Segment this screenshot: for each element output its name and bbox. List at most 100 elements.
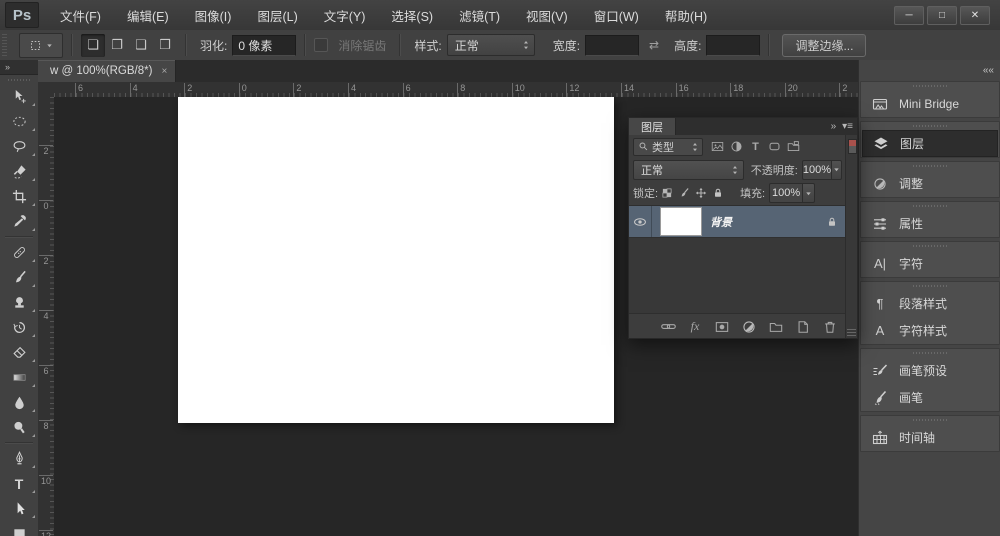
layers-panel-tab[interactable]: 图层 bbox=[629, 118, 676, 135]
lock-move-button[interactable] bbox=[692, 185, 709, 201]
adjust-circle-button[interactable] bbox=[741, 320, 757, 334]
dock-group-grip[interactable] bbox=[861, 202, 999, 210]
blur-tool[interactable] bbox=[0, 390, 38, 415]
dock-button-调整[interactable]: 调整 bbox=[861, 170, 999, 197]
menu-item-6[interactable]: 选择(S) bbox=[380, 2, 444, 29]
lasso-tool[interactable] bbox=[0, 134, 38, 159]
layer-row[interactable]: 背景 bbox=[629, 206, 846, 238]
canvas[interactable] bbox=[178, 97, 614, 423]
subtract-selection-button[interactable]: ❑ bbox=[129, 34, 153, 57]
feather-input[interactable]: 0 像素 bbox=[232, 35, 296, 56]
history-brush-tool[interactable] bbox=[0, 315, 38, 340]
fx-button[interactable]: fx bbox=[687, 319, 703, 334]
panel-resize-grip[interactable] bbox=[847, 329, 856, 336]
opacity-dropdown-arrow[interactable] bbox=[832, 160, 842, 180]
layer-filter-type-dropdown[interactable]: 类型 bbox=[633, 138, 703, 156]
width-input[interactable] bbox=[585, 35, 639, 56]
dock-button-属性[interactable]: 属性 bbox=[861, 210, 999, 237]
fill-value[interactable]: 100% bbox=[769, 183, 803, 203]
crop-tool[interactable] bbox=[0, 184, 38, 209]
panel-collapse-icon[interactable]: » bbox=[831, 121, 837, 132]
menu-item-4[interactable]: 图层(L) bbox=[246, 2, 308, 29]
rectangle-tool[interactable] bbox=[0, 521, 38, 536]
dock-group-grip[interactable] bbox=[861, 282, 999, 290]
menu-item-7[interactable]: 滤镜(T) bbox=[448, 2, 511, 29]
close-button[interactable]: ✕ bbox=[960, 6, 990, 25]
menu-item-9[interactable]: 窗口(W) bbox=[583, 2, 650, 29]
filter-type-button[interactable]: T bbox=[746, 139, 765, 155]
dock-button-字符样式[interactable]: A字符样式 bbox=[861, 317, 999, 344]
panel-menu-icon[interactable]: ▾≡ bbox=[842, 121, 853, 132]
dock-button-字符[interactable]: A|字符 bbox=[861, 250, 999, 277]
intersect-selection-button[interactable]: ❒ bbox=[153, 34, 177, 57]
menu-item-10[interactable]: 帮助(H) bbox=[654, 2, 718, 29]
trash-button[interactable] bbox=[822, 320, 838, 334]
swap-dimensions-icon[interactable]: ⇄ bbox=[649, 38, 659, 52]
mask-button[interactable] bbox=[714, 320, 730, 334]
filter-smart-button[interactable] bbox=[784, 139, 803, 155]
opacity-value[interactable]: 100% bbox=[802, 160, 832, 180]
visibility-toggle[interactable] bbox=[629, 206, 652, 237]
height-input[interactable] bbox=[706, 35, 760, 56]
path-selection-tool[interactable] bbox=[0, 496, 38, 521]
fill-dropdown-arrow[interactable] bbox=[803, 183, 815, 203]
minimize-button[interactable]: ─ bbox=[894, 6, 924, 25]
tab-close-icon[interactable]: × bbox=[161, 66, 167, 77]
menu-item-2[interactable]: 编辑(E) bbox=[116, 2, 180, 29]
menu-item-5[interactable]: 文字(Y) bbox=[313, 2, 377, 29]
brush-tool[interactable] bbox=[0, 265, 38, 290]
dock-collapse-button[interactable]: «« bbox=[859, 60, 1000, 81]
new-selection-button[interactable]: ❏ bbox=[81, 34, 105, 57]
ruler-corner[interactable] bbox=[38, 82, 55, 98]
layer-thumbnail[interactable] bbox=[660, 207, 702, 236]
eyedropper-tool[interactable] bbox=[0, 209, 38, 234]
dock-button-时间轴[interactable]: 时间轴 bbox=[861, 424, 999, 451]
menu-item-3[interactable]: 图像(I) bbox=[184, 2, 243, 29]
toolbox-collapse-button[interactable]: » bbox=[0, 60, 38, 75]
document-tab[interactable]: w @ 100%(RGB/8*) × bbox=[38, 60, 176, 82]
dock-button-图层[interactable]: 图层 bbox=[862, 130, 998, 157]
group-folder-button[interactable] bbox=[768, 320, 784, 334]
type-tool[interactable]: T bbox=[0, 471, 38, 496]
horizontal-ruler[interactable]: 642024681012141618202 bbox=[54, 82, 858, 98]
quick-selection-tool[interactable] bbox=[0, 159, 38, 184]
spot-healing-brush-tool[interactable] bbox=[0, 240, 38, 265]
maximize-button[interactable]: □ bbox=[927, 6, 957, 25]
gradient-tool[interactable] bbox=[0, 365, 38, 390]
lock-all-button[interactable] bbox=[709, 185, 726, 201]
tool-preset-picker[interactable] bbox=[19, 33, 63, 58]
refine-edge-button[interactable]: 调整边缘... bbox=[782, 34, 866, 57]
style-dropdown[interactable]: 正常 bbox=[447, 34, 535, 56]
dodge-tool[interactable] bbox=[0, 415, 38, 440]
elliptical-marquee-tool[interactable] bbox=[0, 109, 38, 134]
layer-filter-toggle[interactable] bbox=[848, 139, 857, 154]
layers-panel-header[interactable]: 图层 » ▾≡ bbox=[629, 118, 857, 135]
toolbox-grip[interactable] bbox=[0, 75, 38, 84]
dock-group-grip[interactable] bbox=[861, 82, 999, 90]
dock-group-grip[interactable] bbox=[861, 416, 999, 424]
clone-stamp-tool[interactable] bbox=[0, 290, 38, 315]
options-grip[interactable] bbox=[2, 34, 7, 56]
filter-adjust-button[interactable] bbox=[727, 139, 746, 155]
dock-group-grip[interactable] bbox=[861, 242, 999, 250]
dock-button-mini-bridge[interactable]: Mini Bridge bbox=[861, 90, 999, 117]
dock-group-grip[interactable] bbox=[861, 349, 999, 357]
dock-group-grip[interactable] bbox=[861, 122, 999, 130]
dock-button-画笔预设[interactable]: 画笔预设 bbox=[861, 357, 999, 384]
add-selection-button[interactable]: ❐ bbox=[105, 34, 129, 57]
move-tool[interactable] bbox=[0, 84, 38, 109]
eraser-tool[interactable] bbox=[0, 340, 38, 365]
dock-button-段落样式[interactable]: ¶段落样式 bbox=[861, 290, 999, 317]
pen-tool[interactable] bbox=[0, 446, 38, 471]
lock-checker-button[interactable] bbox=[658, 185, 675, 201]
menu-item-8[interactable]: 视图(V) bbox=[515, 2, 579, 29]
menu-item-1[interactable]: 文件(F) bbox=[49, 2, 112, 29]
blend-mode-dropdown[interactable]: 正常 bbox=[633, 160, 744, 180]
antialias-checkbox[interactable] bbox=[314, 38, 328, 52]
dock-button-画笔[interactable]: 画笔 bbox=[861, 384, 999, 411]
dock-group-grip[interactable] bbox=[861, 162, 999, 170]
link-button[interactable] bbox=[660, 319, 676, 334]
layers-scrollbar[interactable] bbox=[845, 135, 857, 338]
filter-shape-button[interactable] bbox=[765, 139, 784, 155]
new-layer-button[interactable] bbox=[795, 320, 811, 334]
